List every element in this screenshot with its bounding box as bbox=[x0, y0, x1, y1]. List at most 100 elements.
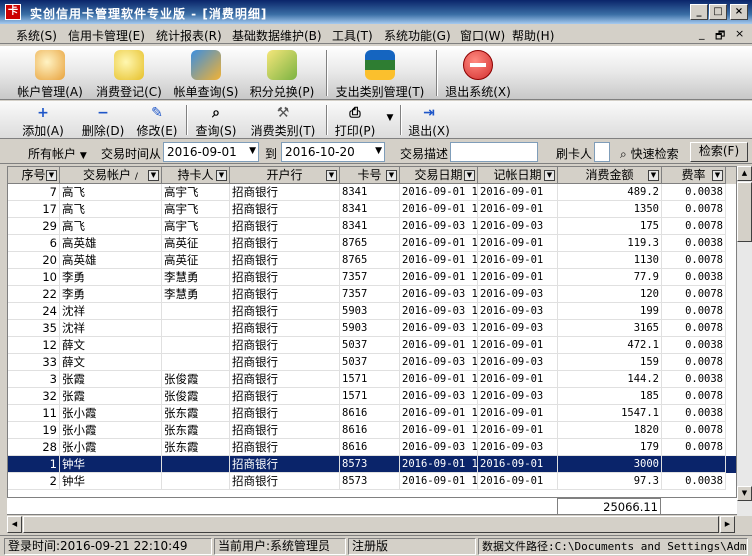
filter-dropdown-icon[interactable]: ▼ bbox=[326, 170, 337, 181]
mdi-minimize-button[interactable]: _ bbox=[699, 27, 705, 40]
maximize-button[interactable]: □ bbox=[709, 4, 727, 20]
description-input[interactable] bbox=[450, 142, 538, 162]
table-row[interactable]: 29 高飞 高宇飞 招商银行 8341 2016-09-03 10 2016-09-03 17… bbox=[8, 218, 736, 235]
column-header-card-number[interactable]: 卡号 ▼ bbox=[340, 167, 400, 184]
table-row[interactable]: 7 高飞 高宇飞 招商银行 8341 2016-09-01 17 2016-09-01 489… bbox=[8, 184, 736, 201]
close-button[interactable]: × bbox=[730, 4, 748, 20]
menu-window[interactable]: 窗口(W) bbox=[460, 27, 505, 44]
account-select[interactable]: 所有帐户 ▼ bbox=[28, 145, 87, 162]
table-row[interactable]: 6 高英雄 高英征 招商银行 8765 2016-09-01 17 2016-09-01 11… bbox=[8, 235, 736, 252]
cell-amount: 1820 bbox=[558, 422, 662, 439]
consumption-register-button[interactable]: 消费登记(C) bbox=[92, 48, 166, 99]
scroll-up-icon[interactable]: ▲ bbox=[737, 166, 752, 181]
search-button[interactable]: 检索(F) bbox=[690, 142, 748, 162]
scroll-thumb[interactable] bbox=[23, 516, 719, 533]
account-management-button[interactable]: 帐户管理(A) bbox=[14, 48, 86, 99]
menu-reports[interactable]: 统计报表(R) bbox=[156, 27, 222, 44]
exit-system-button[interactable]: 退出系统(X) bbox=[442, 48, 514, 99]
bill-query-button[interactable]: 帐单查询(S) bbox=[170, 48, 242, 99]
cell-index: 33 bbox=[8, 354, 60, 371]
column-header-post-date[interactable]: 记帐日期 ▼ bbox=[478, 167, 558, 184]
mdi-close-button[interactable]: × bbox=[735, 27, 744, 40]
cell-amount: 185 bbox=[558, 388, 662, 405]
column-header-label: 交易帐户 bbox=[83, 168, 132, 182]
filter-dropdown-icon[interactable]: ▼ bbox=[648, 170, 659, 181]
table-row[interactable]: 11 张小霞 张东霞 招商银行 8616 2016-09-01 17 2016-09-01 1… bbox=[8, 405, 736, 422]
table-row[interactable]: 35 沈祥 招商银行 5903 2016-09-03 10 2016-09-03 3165 0… bbox=[8, 320, 736, 337]
scroll-down-icon[interactable]: ▼ bbox=[737, 486, 752, 501]
date-from-picker[interactable]: 2016-09-01 ▼ bbox=[163, 142, 259, 162]
delete-button[interactable]: − 删除(D) bbox=[80, 103, 126, 138]
points-exchange-button[interactable]: 积分兑换(P) bbox=[246, 48, 318, 99]
exit-button[interactable]: ⇥ 退出(X) bbox=[406, 103, 452, 138]
table-row[interactable]: 24 沈祥 招商银行 5903 2016-09-03 10 2016-09-03 199 0.… bbox=[8, 303, 736, 320]
menu-help[interactable]: 帮助(H) bbox=[512, 27, 554, 44]
scroll-right-icon[interactable]: ▶ bbox=[720, 516, 735, 533]
add-button[interactable]: + 添加(A) bbox=[20, 103, 66, 138]
menu-card-management[interactable]: 信用卡管理(E) bbox=[68, 27, 145, 44]
table-row[interactable]: 1 钟华 招商银行 8573 2016-09-01 18 2016-09-01 3000 bbox=[8, 456, 736, 473]
filter-dropdown-icon[interactable]: ▼ bbox=[712, 170, 723, 181]
date-from-value: 2016-09-01 bbox=[167, 145, 237, 159]
cell-account: 薛文 bbox=[60, 354, 162, 371]
filter-dropdown-icon[interactable]: ▼ bbox=[386, 170, 397, 181]
scroll-thumb[interactable] bbox=[737, 182, 752, 242]
table-row[interactable]: 2 钟华 招商银行 8573 2016-09-01 17 2016-09-01 97.3 0.… bbox=[8, 473, 736, 490]
table-row[interactable]: 32 张霞 张俊霞 招商银行 1571 2016-09-03 10 2016-09-03 18… bbox=[8, 388, 736, 405]
cell-rate: 0.0078 bbox=[662, 286, 726, 303]
cell-card-number: 8616 bbox=[340, 405, 400, 422]
table-row[interactable]: 28 张小霞 张东霞 招商银行 8616 2016-09-03 10 2016-09-03 1… bbox=[8, 439, 736, 456]
column-header-amount[interactable]: 消费金额 ▼ bbox=[558, 167, 662, 184]
minimize-button[interactable]: _ bbox=[690, 4, 708, 20]
date-to-picker[interactable]: 2016-10-20 ▼ bbox=[281, 142, 385, 162]
menu-system[interactable]: 系统(S) bbox=[16, 27, 57, 44]
cell-amount: 175 bbox=[558, 218, 662, 235]
table-row[interactable]: 17 高飞 高宇飞 招商银行 8341 2016-09-01 18 2016-09-01 13… bbox=[8, 201, 736, 218]
scroll-left-icon[interactable]: ◀ bbox=[7, 516, 22, 533]
column-header-label: 卡号 bbox=[357, 168, 382, 182]
filter-dropdown-icon[interactable]: ▼ bbox=[46, 170, 57, 181]
vertical-scrollbar[interactable]: ▲ ▼ bbox=[737, 166, 752, 516]
menu-functions[interactable]: 系统功能(G) bbox=[384, 27, 451, 44]
expense-category-button[interactable]: 支出类别管理(T) bbox=[332, 48, 428, 99]
table-row[interactable]: 12 薛文 招商银行 5037 2016-09-01 17 2016-09-01 472.1… bbox=[8, 337, 736, 354]
table-row[interactable]: 10 李勇 李慧勇 招商银行 7357 2016-09-01 17 2016-09-01 77… bbox=[8, 269, 736, 286]
column-header-account[interactable]: 交易帐户 / ▼ bbox=[60, 167, 162, 184]
filter-dropdown-icon[interactable]: ▼ bbox=[148, 170, 159, 181]
binoculars-icon: ⌕ bbox=[212, 105, 220, 121]
cell-card-number: 5037 bbox=[340, 354, 400, 371]
quick-search-button[interactable]: ⌕ 快速检索 bbox=[620, 145, 679, 162]
column-header-trade-date[interactable]: 交易日期 ▼ bbox=[400, 167, 478, 184]
filter-dropdown-icon[interactable]: ▼ bbox=[464, 170, 475, 181]
column-header-index[interactable]: 序号 ▼ bbox=[8, 167, 60, 184]
filter-dropdown-icon[interactable]: ▼ bbox=[544, 170, 555, 181]
column-header-bank[interactable]: 开户行 ▼ bbox=[230, 167, 340, 184]
menu-tools[interactable]: 工具(T) bbox=[332, 27, 373, 44]
edit-button[interactable]: ✎ 修改(E) bbox=[134, 103, 180, 138]
cell-bank: 招商银行 bbox=[230, 388, 340, 405]
card-holder-input[interactable] bbox=[594, 142, 610, 162]
table-row[interactable]: 22 李勇 李慧勇 招商银行 7357 2016-09-03 10 2016-09-03 12… bbox=[8, 286, 736, 303]
cell-trade-date: 2016-09-03 10 bbox=[400, 286, 478, 303]
mdi-restore-button[interactable]: 🗗 bbox=[715, 27, 725, 46]
cell-holder: 李慧勇 bbox=[162, 286, 230, 303]
cell-rate: 0.0078 bbox=[662, 252, 726, 269]
horizontal-scrollbar[interactable]: ◀ ▶ bbox=[7, 516, 737, 533]
consumption-register-label: 消费登记(C) bbox=[96, 85, 162, 99]
toolbar-separator bbox=[400, 105, 402, 135]
table-row[interactable]: 33 薛文 招商银行 5037 2016-09-03 10 2016-09-03 159 0.… bbox=[8, 354, 736, 371]
table-row[interactable]: 20 高英雄 高英征 招商银行 8765 2016-09-01 18 2016-09-01 1… bbox=[8, 252, 736, 269]
cell-account: 沈祥 bbox=[60, 320, 162, 337]
table-row[interactable]: 19 张小霞 张东霞 招商银行 8616 2016-09-01 18 2016-09-01 1… bbox=[8, 422, 736, 439]
filter-dropdown-icon[interactable]: ▼ bbox=[216, 170, 227, 181]
query-button[interactable]: ⌕ 查询(S) bbox=[192, 103, 240, 138]
cell-account: 高飞 bbox=[60, 218, 162, 235]
cell-account: 高飞 bbox=[60, 201, 162, 218]
consumption-category-button[interactable]: ⚒ 消费类别(T) bbox=[248, 103, 318, 138]
menu-base-data[interactable]: 基础数据维护(B) bbox=[232, 27, 322, 44]
column-header-holder[interactable]: 持卡人 ▼ bbox=[162, 167, 230, 184]
column-header-label: 消费金额 bbox=[585, 168, 634, 182]
print-button[interactable]: ⎙ 打印(P) bbox=[332, 103, 378, 138]
table-row[interactable]: 3 张霞 张俊霞 招商银行 1571 2016-09-01 17 2016-09-01 144… bbox=[8, 371, 736, 388]
column-header-rate[interactable]: 费率 ▼ bbox=[662, 167, 726, 184]
